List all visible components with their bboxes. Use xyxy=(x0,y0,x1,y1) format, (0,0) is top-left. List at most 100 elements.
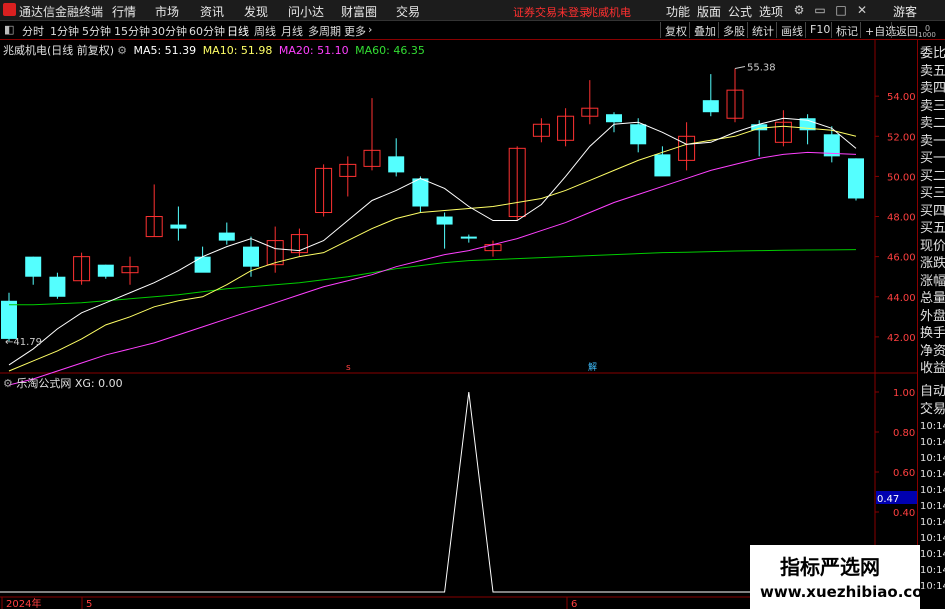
ma5-line xyxy=(8,117,857,366)
indicator-tick-label: 1.00 xyxy=(893,388,915,399)
period-30min[interactable]: 30分钟 xyxy=(151,23,187,39)
menu-item-faxian[interactable]: 发现 xyxy=(244,3,268,20)
quote-field-label: 买二 xyxy=(920,168,945,184)
quote-field-label: 卖四 xyxy=(920,81,945,96)
period-monthly[interactable]: 月线 xyxy=(281,23,303,39)
quote-field-label: 外盘 xyxy=(920,308,945,324)
period-fenshi[interactable]: 分时 xyxy=(22,23,44,39)
tick-time: 10:14 xyxy=(920,549,945,560)
quote-field-label: 换手 xyxy=(920,326,945,341)
tick-time: 10:14 xyxy=(920,533,945,544)
candle-down xyxy=(25,256,42,277)
quote-field-label: 卖一 xyxy=(920,133,945,149)
mark-button[interactable]: 标记 xyxy=(831,22,862,38)
current-stock-name: 兆威机电 xyxy=(587,6,631,19)
tick-time: 10:14 xyxy=(920,565,945,576)
minimize-icon[interactable]: ▭ xyxy=(812,2,828,18)
indicator-settings-icon[interactable]: ⚙ xyxy=(3,377,13,390)
candle-down xyxy=(97,264,114,277)
watermark-title: 指标严选网 xyxy=(780,555,880,579)
menu-item-hangqing[interactable]: 行情 xyxy=(112,3,136,20)
period-more[interactable]: 更多 xyxy=(344,23,366,39)
period-1min[interactable]: 1分钟 xyxy=(50,23,79,39)
menu-item-banmian[interactable]: 版面 xyxy=(697,3,721,20)
menu-item-caifuquan[interactable]: 财富圈 xyxy=(341,3,377,20)
period-5min[interactable]: 5分钟 xyxy=(82,23,111,39)
settings-icon[interactable]: ⚙ xyxy=(791,2,807,18)
event-marker-jie: 解 xyxy=(588,361,597,373)
period-multi[interactable]: 多周期 xyxy=(308,23,341,39)
price-tick-label: 42.00 xyxy=(887,333,916,344)
toolbar-toggle-icon[interactable]: ◧ xyxy=(4,23,14,36)
menu-item-xuanxiang[interactable]: 选项 xyxy=(759,3,783,20)
quote-field-label: 卖五 xyxy=(920,63,945,79)
menu-item-jiaoyi[interactable]: 交易 xyxy=(396,3,420,20)
tick-time: 10:14 xyxy=(920,437,945,448)
candle-down xyxy=(412,178,429,207)
f10-button[interactable]: F10 xyxy=(805,22,834,38)
date-tick-label: 5 xyxy=(86,599,92,609)
watermark-url: www.xuezhibiao.com xyxy=(760,583,939,601)
event-marker-s: s xyxy=(346,363,351,373)
quote-field-label: 委比 xyxy=(920,46,945,61)
chevron-right-icon[interactable]: › xyxy=(368,23,372,36)
date-tick-label: 6 xyxy=(571,599,577,609)
candlestick-chart[interactable]: 54.00 52.00 50.00 48.00 46.00 44.00 42.00 55.3… xyxy=(0,40,917,609)
watermark: 指标严选网 www.xuezhibiao.com xyxy=(750,545,938,609)
menu-item-wenxiaoda[interactable]: 问小达 xyxy=(288,3,324,20)
period-toolbar: ◧ 分时 1分钟 5分钟 15分钟 30分钟 60分钟 日线 周线 月线 多周期… xyxy=(0,21,945,40)
period-60min[interactable]: 60分钟 xyxy=(189,23,225,39)
period-weekly[interactable]: 周线 xyxy=(254,23,276,39)
draw-line-button[interactable]: 画线 xyxy=(776,22,807,38)
quote-field-label: 买五 xyxy=(920,221,945,236)
indicator-title: 乐淘公式网 xyxy=(16,377,72,390)
tick-time: 10:14 xyxy=(920,421,945,432)
candle-down xyxy=(751,124,768,131)
ma10-line xyxy=(8,125,857,372)
menu-item-zixun[interactable]: 资讯 xyxy=(200,3,224,20)
app-logo-icon xyxy=(3,3,16,16)
close-icon[interactable]: ✕ xyxy=(854,2,870,18)
price-tick-label: 50.00 xyxy=(887,172,916,183)
low-price-label: ←41.79 xyxy=(5,337,42,348)
period-15min[interactable]: 15分钟 xyxy=(114,23,150,39)
indicator-tick-label: 0.80 xyxy=(893,428,915,439)
period-daily[interactable]: 日线 xyxy=(227,23,249,39)
indicator-current-label: 0.47 xyxy=(877,494,899,505)
ma20-line xyxy=(8,151,857,386)
date-tick-label: 2024年 xyxy=(6,597,41,609)
tick-time: 10:14 xyxy=(920,469,945,480)
candle-down xyxy=(243,246,259,267)
login-notice[interactable]: 证券交易未登录 xyxy=(513,4,590,20)
quote-field-label: 收益 xyxy=(920,361,945,376)
high-pointer xyxy=(734,65,746,69)
indicator-info-line: ⚙ 乐淘公式网 XG: 0.00 xyxy=(3,375,123,390)
candle-down xyxy=(194,256,211,273)
menu-item-shichang[interactable]: 市场 xyxy=(155,3,179,20)
candle-down xyxy=(436,216,453,225)
quote-field-label: 净资 xyxy=(920,343,945,359)
fuquan-button[interactable]: 复权 xyxy=(660,22,691,38)
quote-field-label[interactable]: 自动 xyxy=(920,384,945,400)
app-title: 通达信金融终端 xyxy=(19,5,104,19)
price-tick-label: 44.00 xyxy=(887,293,916,304)
quote-field-label: 买三 xyxy=(920,186,945,201)
menu-item-gongshi[interactable]: 公式 xyxy=(728,3,752,20)
multi-stock-button[interactable]: 多股 xyxy=(718,22,749,38)
candle-down xyxy=(630,124,647,145)
indicator-tick-label: 0.60 xyxy=(893,468,915,479)
stats-button[interactable]: 统计 xyxy=(747,22,778,38)
panel-top-value-2: 1000 xyxy=(918,31,936,39)
maximize-icon[interactable]: □ xyxy=(833,2,849,18)
guest-user[interactable]: 游客 xyxy=(893,3,917,20)
indicator-tick-label: 0.40 xyxy=(893,508,915,519)
menu-item-gongneng[interactable]: 功能 xyxy=(666,3,690,20)
overlay-button[interactable]: 叠加 xyxy=(689,22,720,38)
xg-signal-line xyxy=(0,391,875,593)
quote-field-label[interactable]: 交易 xyxy=(920,402,945,418)
quote-field-label: 卖三 xyxy=(920,98,945,114)
candle-down xyxy=(218,232,235,241)
candle-down xyxy=(702,100,719,113)
tick-time: 10:14 xyxy=(920,501,945,512)
high-price-label: 55.38 xyxy=(747,62,776,73)
